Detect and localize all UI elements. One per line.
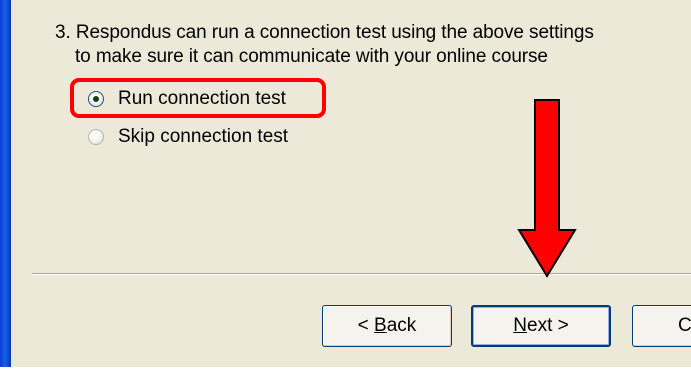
separator-line xyxy=(32,273,691,275)
down-arrow-icon xyxy=(517,99,577,278)
next-rest: ext > xyxy=(527,315,569,336)
window-left-border xyxy=(0,0,11,369)
instruction-text-line1: 3. Respondus can run a connection test u… xyxy=(55,22,594,43)
next-accelerator: N xyxy=(513,315,527,336)
back-button[interactable]: < Back xyxy=(322,305,452,347)
back-accelerator: B xyxy=(374,315,387,336)
instruction-text-line2: to make sure it can communicate with you… xyxy=(75,46,548,67)
skip-connection-test-label[interactable]: Skip connection test xyxy=(118,126,288,148)
next-button[interactable]: Next > xyxy=(471,305,611,347)
back-prefix: < xyxy=(357,315,375,336)
cancel-partial-label: C xyxy=(678,315,691,336)
skip-connection-test-radio[interactable] xyxy=(88,129,104,145)
wizard-dialog: 3. Respondus can run a connection test u… xyxy=(0,0,691,369)
skip-connection-test-option[interactable]: Skip connection test xyxy=(88,124,288,150)
back-rest: ack xyxy=(386,315,417,336)
red-highlight-box xyxy=(70,78,326,118)
cancel-button[interactable]: C xyxy=(632,305,691,347)
